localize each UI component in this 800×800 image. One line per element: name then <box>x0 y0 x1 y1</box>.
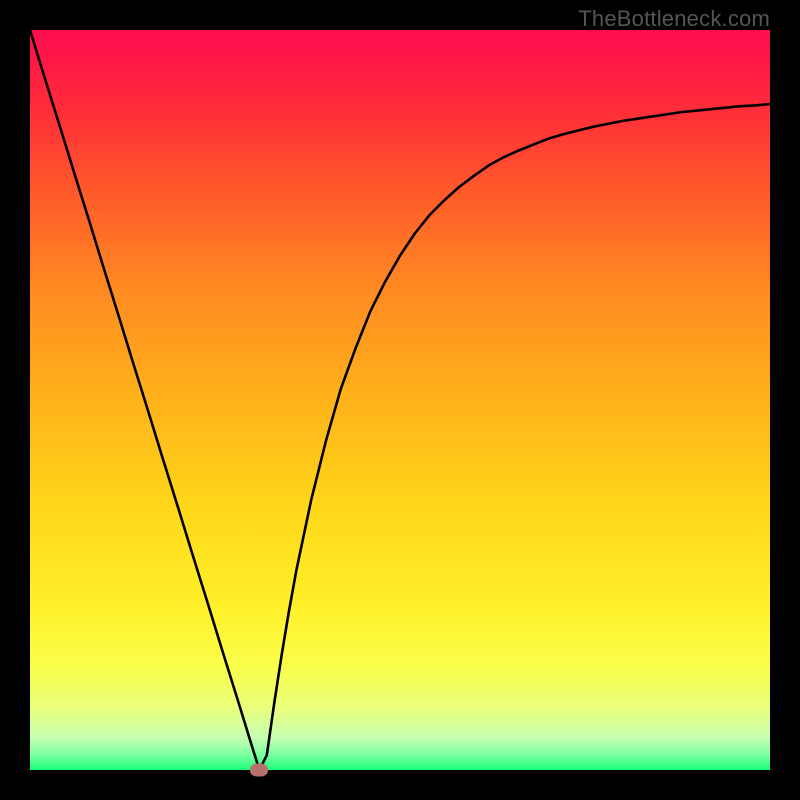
chart-frame: TheBottleneck.com <box>0 0 800 800</box>
gradient-background <box>30 30 770 770</box>
branding-label: TheBottleneck.com <box>578 6 770 32</box>
minimum-marker <box>250 764 268 777</box>
plot-area <box>30 30 770 770</box>
